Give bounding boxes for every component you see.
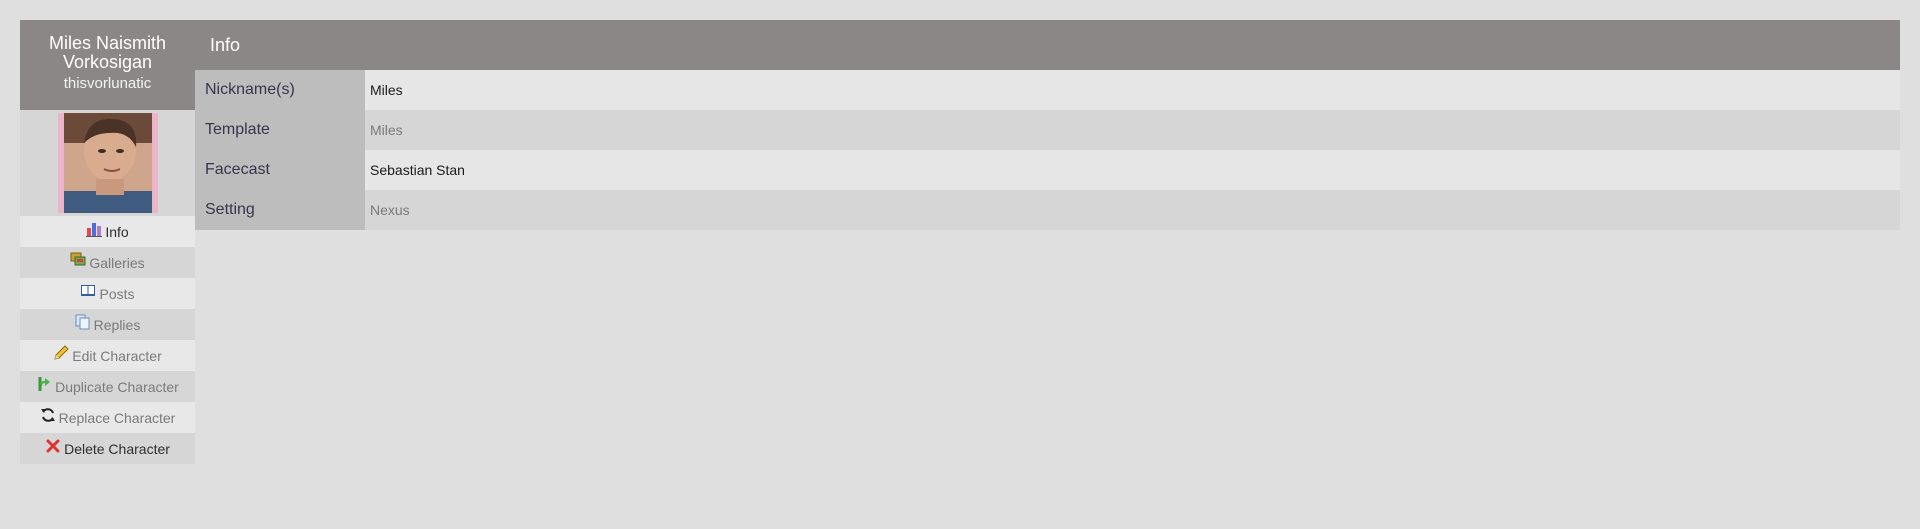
row-value: Sebastian Stan: [365, 150, 1900, 190]
nav-duplicate-character[interactable]: Duplicate Character: [20, 371, 195, 402]
row-value: Miles: [365, 70, 1900, 110]
chart-icon: [86, 221, 103, 237]
panel-title: Info: [195, 20, 1900, 70]
book-icon: [80, 283, 96, 299]
row-key: Setting: [195, 190, 365, 230]
character-header: Miles Naismith Vorkosigan thisvorlunatic: [20, 20, 195, 110]
nav-replies-label: Replies: [93, 316, 141, 333]
nav-replace-character[interactable]: Replace Character: [20, 402, 195, 433]
nav-posts-label: Posts: [99, 285, 135, 302]
nav-replace-character-label: Replace Character: [58, 409, 176, 426]
nav-posts[interactable]: Posts: [20, 278, 195, 309]
nav-delete-character-label: Delete Character: [64, 440, 170, 457]
avatar: [57, 113, 158, 213]
row-value[interactable]: Miles: [365, 110, 1900, 150]
character-sidebar: Miles Naismith Vorkosigan thisvorlunatic: [20, 20, 195, 464]
character-page: Miles Naismith Vorkosigan thisvorlunatic: [20, 20, 1900, 464]
character-name: Miles Naismith Vorkosigan: [48, 33, 167, 72]
character-username[interactable]: thisvorlunatic: [20, 74, 195, 94]
row-value[interactable]: Nexus: [365, 190, 1900, 230]
pages-icon: [75, 314, 91, 330]
images-icon: [70, 252, 86, 268]
nav-galleries[interactable]: Galleries: [20, 247, 195, 278]
row-key: Nickname(s): [195, 70, 365, 110]
row-key: Template: [195, 110, 365, 150]
pencil-icon: [53, 344, 69, 361]
delete-x-icon: [45, 438, 61, 454]
fork-arrow-icon: [36, 376, 52, 392]
nav-edit-character[interactable]: Edit Character: [20, 340, 195, 371]
nav-duplicate-character-label: Duplicate Character: [55, 378, 179, 395]
nav-delete-character[interactable]: Delete Character: [20, 433, 195, 464]
nav-info-label: Info: [105, 223, 129, 240]
info-panel: Info Nickname(s) Miles Template Miles Fa…: [195, 20, 1900, 464]
info-table: Nickname(s) Miles Template Miles Facecas…: [195, 70, 1900, 230]
table-row: Setting Nexus: [195, 190, 1900, 230]
table-row: Template Miles: [195, 110, 1900, 150]
nav-replies[interactable]: Replies: [20, 309, 195, 340]
refresh-icon: [40, 407, 56, 423]
nav-info[interactable]: Info: [20, 216, 195, 247]
nav-galleries-label: Galleries: [89, 254, 145, 271]
nav-edit-character-label: Edit Character: [72, 347, 162, 364]
avatar-container: [20, 110, 195, 216]
table-row: Facecast Sebastian Stan: [195, 150, 1900, 190]
table-row: Nickname(s) Miles: [195, 70, 1900, 110]
row-key: Facecast: [195, 150, 365, 190]
